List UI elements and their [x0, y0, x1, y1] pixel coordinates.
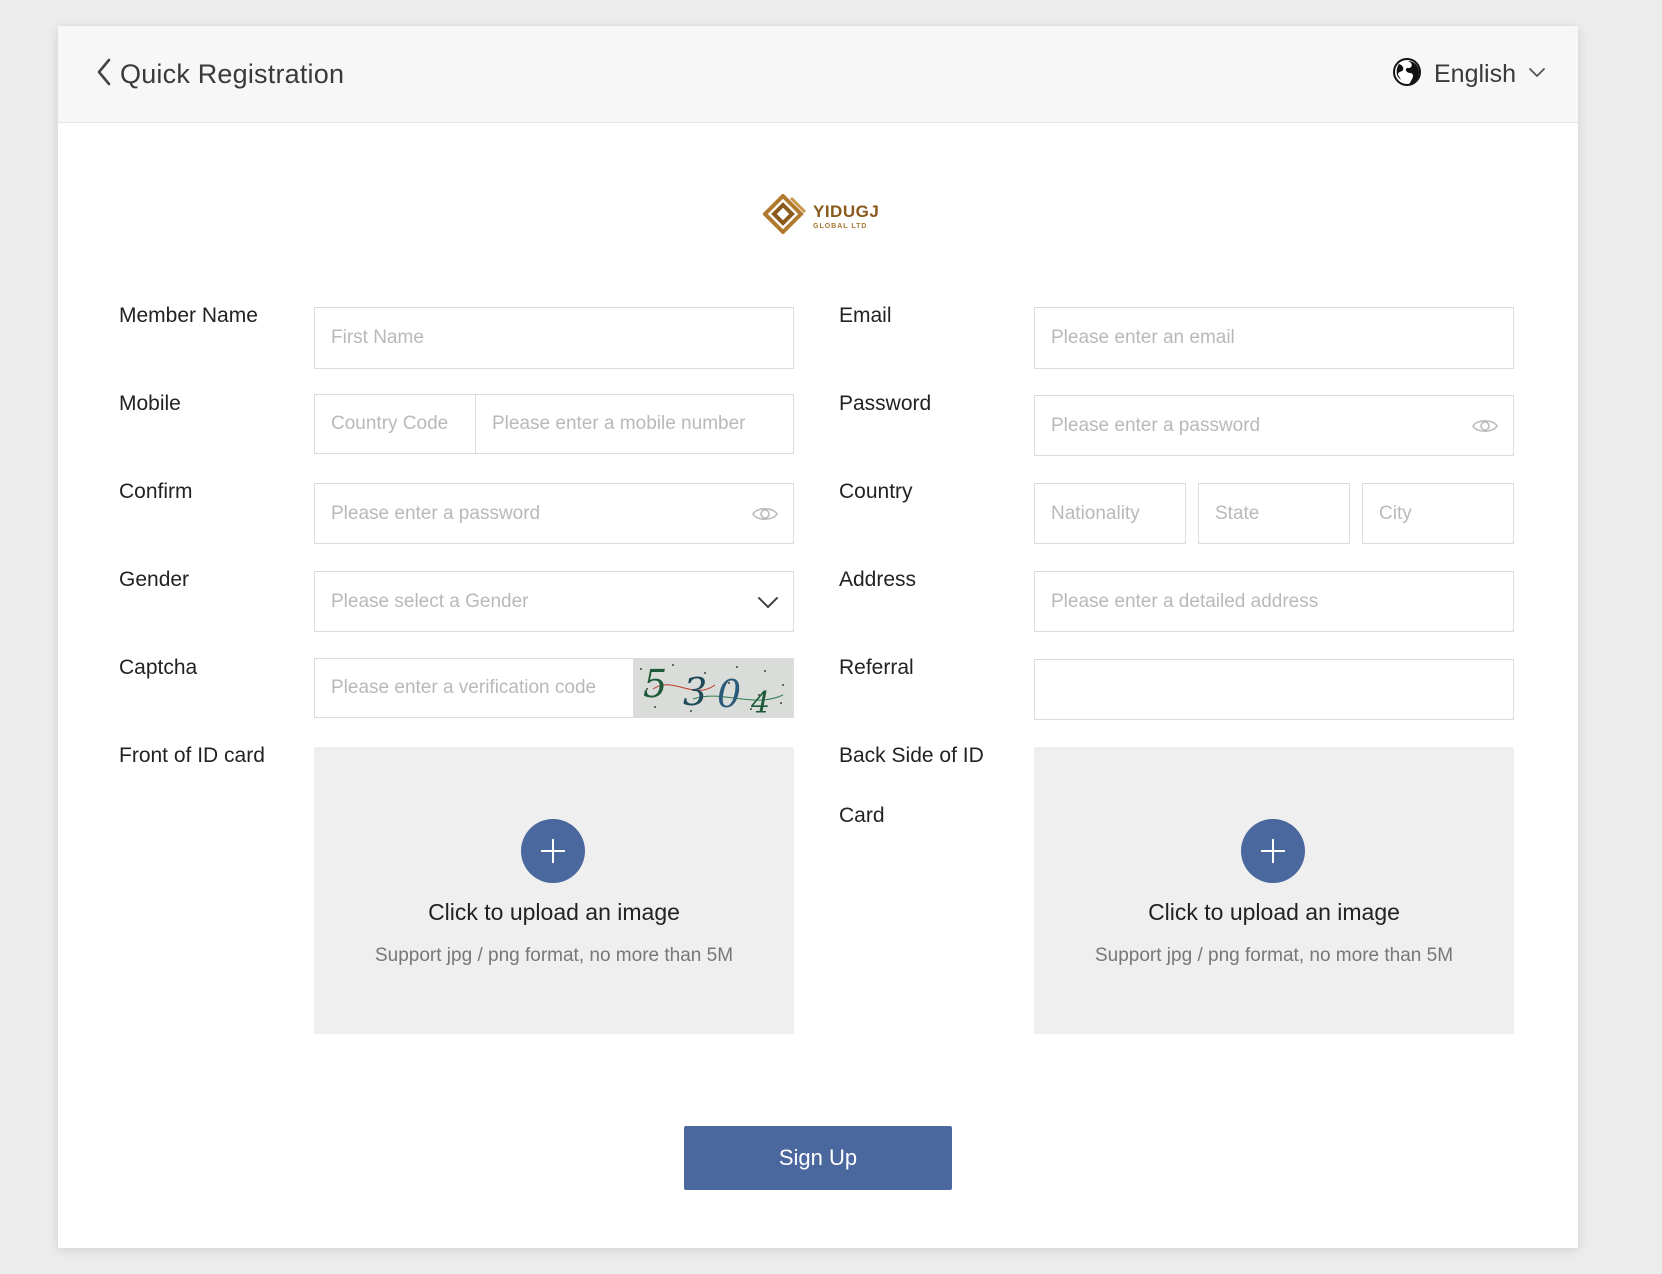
captcha-label: Captcha: [119, 656, 198, 679]
registration-card: Quick Registration English YIDUGJ GLOBAL…: [58, 26, 1578, 1248]
address-field: [1034, 571, 1514, 632]
id-front-label: Front of ID card: [119, 744, 265, 767]
svg-text:3: 3: [683, 670, 707, 714]
plus-icon: [521, 819, 585, 883]
page-title: Quick Registration: [120, 58, 345, 89]
language-label: English: [1434, 59, 1516, 88]
company-logo: YIDUGJ GLOBAL LTD: [762, 193, 880, 239]
language-selector[interactable]: English: [1392, 56, 1546, 92]
state-field: [1198, 483, 1350, 544]
chevron-down-icon: [1528, 65, 1546, 83]
city-input[interactable]: [1363, 484, 1513, 543]
country-code-input[interactable]: [315, 395, 475, 453]
eye-icon[interactable]: [1471, 417, 1499, 435]
back-button[interactable]: Quick Registration: [96, 56, 344, 92]
eye-icon[interactable]: [751, 505, 779, 523]
country-label: Country: [839, 480, 913, 503]
upload-hint: Support jpg / png format, no more than 5…: [1094, 945, 1454, 966]
header-bar: Quick Registration English: [58, 26, 1578, 123]
svg-text:4: 4: [750, 686, 770, 717]
logo-mark-icon: [762, 193, 807, 239]
password-input[interactable]: [1035, 396, 1513, 455]
email-input[interactable]: [1035, 308, 1513, 368]
confirm-label: Confirm: [119, 480, 193, 503]
id-back-upload[interactable]: Click to upload an image Support jpg / p…: [1034, 747, 1514, 1034]
plus-icon: [1241, 819, 1305, 883]
mobile-field: [314, 394, 794, 454]
referral-label: Referral: [839, 656, 914, 679]
globe-icon: [1392, 57, 1422, 92]
password-label: Password: [839, 392, 932, 415]
upload-title: Click to upload an image: [1148, 899, 1400, 925]
referral-field: [1034, 659, 1514, 720]
email-field: [1034, 307, 1514, 369]
id-front-upload[interactable]: Click to upload an image Support jpg / p…: [314, 747, 794, 1034]
address-input[interactable]: [1035, 572, 1513, 631]
member-name-label: Member Name: [119, 304, 258, 327]
captcha-image[interactable]: 5 3 0 4: [633, 659, 793, 717]
captcha-input[interactable]: [315, 659, 635, 717]
id-back-label: Back Side of ID: [839, 744, 984, 767]
svg-text:0: 0: [717, 672, 741, 716]
city-field: [1362, 483, 1514, 544]
address-label: Address: [839, 568, 917, 591]
chevron-down-icon: [757, 595, 779, 609]
logo-subtitle: GLOBAL LTD: [813, 223, 868, 230]
upload-hint: Support jpg / png format, no more than 5…: [374, 945, 734, 966]
confirm-field: [314, 483, 794, 544]
gender-placeholder: Please select a Gender: [331, 590, 529, 612]
nationality-input[interactable]: [1035, 484, 1185, 543]
mobile-label: Mobile: [119, 392, 181, 415]
upload-title: Click to upload an image: [428, 899, 680, 925]
svg-text:5: 5: [643, 662, 667, 706]
logo-name: YIDUGJ: [813, 202, 880, 221]
confirm-password-input[interactable]: [315, 484, 793, 543]
email-label: Email: [839, 304, 892, 327]
first-name-input[interactable]: [315, 308, 793, 368]
gender-select[interactable]: Please select a Gender: [314, 571, 794, 632]
id-back-label-line2: Card: [839, 804, 885, 827]
password-field: [1034, 395, 1514, 456]
mobile-number-input[interactable]: [476, 395, 793, 453]
nationality-field: [1034, 483, 1186, 544]
state-input[interactable]: [1199, 484, 1349, 543]
referral-input[interactable]: [1035, 660, 1513, 719]
member-name-field: [314, 307, 794, 369]
captcha-field: 5 3 0 4: [314, 658, 794, 718]
gender-label: Gender: [119, 568, 190, 591]
chevron-left-icon: [96, 58, 112, 91]
sign-up-button[interactable]: Sign Up: [684, 1126, 952, 1190]
